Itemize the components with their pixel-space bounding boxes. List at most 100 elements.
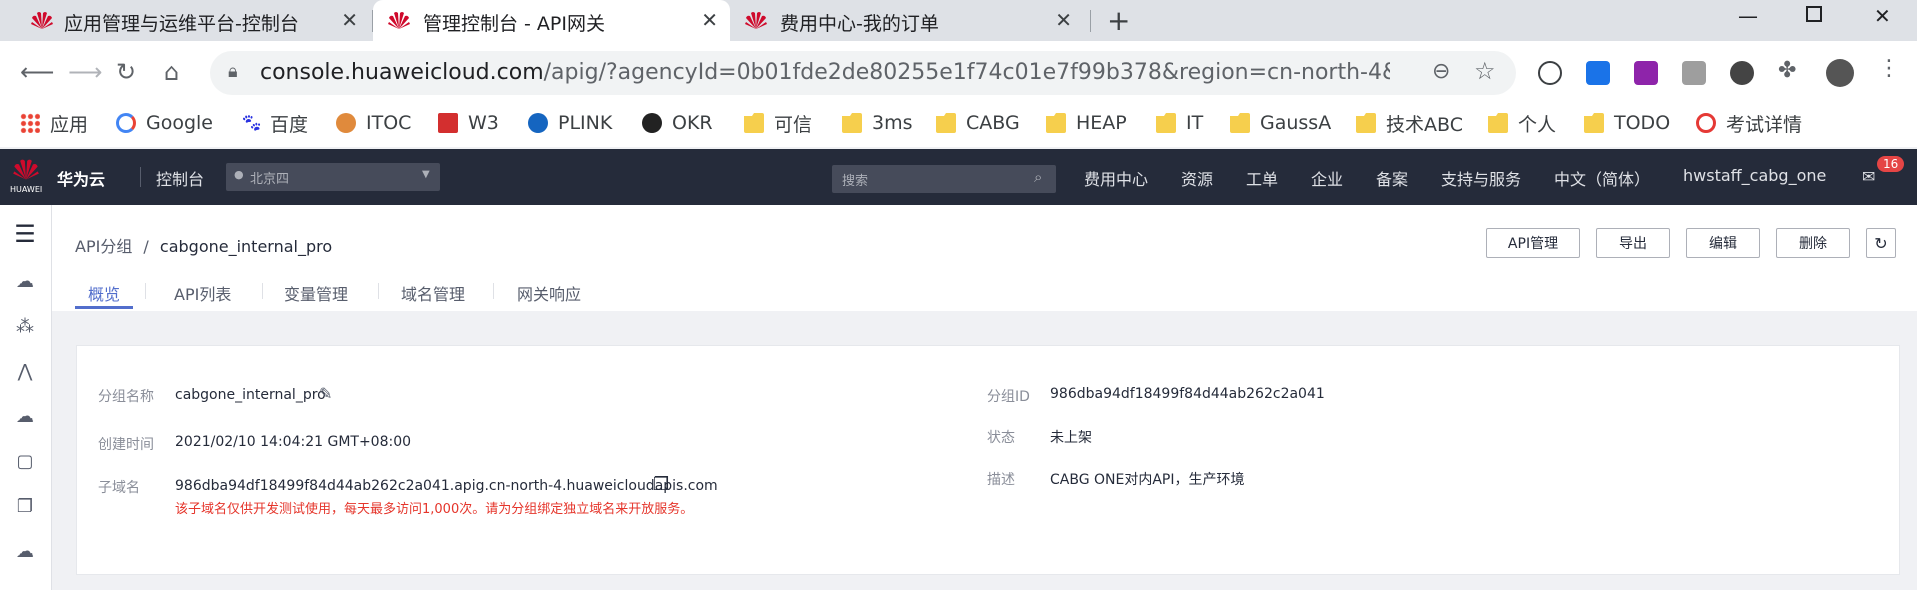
bookmark-folder[interactable]: HEAP	[1046, 109, 1127, 137]
browser-tab-active[interactable]: 管理控制台 - API网关 ✕	[373, 0, 730, 41]
bookmark-folder[interactable]: 可信	[744, 109, 812, 137]
tab-divider	[145, 283, 146, 299]
browser-tab-strip: 应用管理与运维平台-控制台 ✕ 管理控制台 - API网关 ✕ 费用中心-我的订…	[0, 0, 1917, 41]
cloud-storage-icon[interactable]: ☁	[13, 406, 37, 427]
search-input[interactable]: 搜索 ⌕	[832, 165, 1056, 193]
reload-icon[interactable]: ↻	[116, 58, 136, 86]
w3-icon	[438, 113, 458, 133]
puzzle-icon[interactable]: ✤	[1778, 58, 1802, 83]
extension-pdf-icon[interactable]	[1682, 61, 1706, 85]
plink-icon	[528, 113, 548, 133]
close-window-icon[interactable]: ✕	[1874, 4, 1891, 28]
close-tab-icon[interactable]: ✕	[701, 8, 718, 32]
minimize-icon[interactable]: —	[1738, 4, 1758, 28]
bookmark-folder[interactable]: 技术ABC	[1356, 109, 1463, 137]
avatar[interactable]	[1826, 59, 1854, 87]
bookmark-folder[interactable]: CABG	[936, 109, 1020, 137]
bookmark-folder[interactable]: 个人	[1488, 109, 1556, 137]
cluster-icon[interactable]: ⁂	[13, 316, 37, 337]
bookmark-label: OKR	[672, 112, 713, 134]
bookmark-folder[interactable]: TODO	[1584, 109, 1670, 137]
bookmark-label: HEAP	[1076, 112, 1127, 134]
forward-icon[interactable]: ⟶	[68, 58, 102, 86]
refresh-icon[interactable]: ↻	[1866, 228, 1896, 258]
bookmark-itoc[interactable]: ITOC	[336, 109, 411, 137]
bookmark-label: 可信	[774, 113, 813, 136]
nav-enterprise[interactable]: 企业	[1311, 166, 1343, 190]
chevron-down-icon: ▼	[422, 169, 430, 180]
console-link[interactable]: 控制台	[156, 166, 204, 190]
browser-tab[interactable]: 费用中心-我的订单 ✕	[730, 0, 1084, 41]
tab-gateway-responses[interactable]: 网关响应	[517, 281, 581, 305]
url-text: console.huaweicloud.com/apig/?agencyId=0…	[260, 60, 1390, 85]
address-bar[interactable]: 🔒︎ console.huaweicloud.com/apig/?agencyI…	[210, 51, 1516, 95]
bookmark-exam[interactable]: 考试详情	[1696, 109, 1802, 137]
home-icon[interactable]: ⌂	[164, 58, 179, 86]
bookmark-google[interactable]: Google	[116, 109, 213, 137]
copy-icon[interactable]: ❐	[653, 474, 669, 495]
bookmark-plink[interactable]: PLINK	[528, 109, 612, 137]
folder-icon	[744, 113, 764, 133]
brand-name[interactable]: 华为云	[57, 166, 105, 190]
tab-title: 费用中心-我的订单	[780, 13, 939, 35]
bookmark-folder[interactable]: IT	[1156, 109, 1203, 137]
bookmark-folder[interactable]: 3ms	[842, 109, 913, 137]
tab-api-list[interactable]: API列表	[174, 281, 231, 305]
new-tab-icon[interactable]: +	[1107, 4, 1130, 37]
status-value: 未上架	[1050, 430, 1092, 446]
group-name-label: 分组名称	[98, 389, 154, 405]
api-manage-button[interactable]: API管理	[1486, 228, 1580, 258]
hamburger-menu-icon[interactable]: ☰	[13, 220, 37, 248]
huawei-logo-icon[interactable]	[12, 157, 40, 181]
restore-icon[interactable]	[1806, 6, 1822, 22]
nav-support[interactable]: 支持与服务	[1441, 166, 1521, 190]
back-icon[interactable]: ⟵	[20, 58, 54, 86]
cloud-icon[interactable]: ☁	[13, 271, 37, 292]
edit-button[interactable]: 编辑	[1686, 228, 1760, 258]
bookmark-star-icon[interactable]: ☆	[1474, 57, 1496, 85]
bookmark-folder[interactable]: GaussA	[1230, 109, 1331, 137]
copy-service-icon[interactable]: ❐	[13, 496, 37, 517]
mail-icon[interactable]: ✉	[1862, 167, 1875, 186]
edit-pencil-icon[interactable]: ✎	[319, 384, 332, 403]
tab-variables[interactable]: 变量管理	[284, 281, 348, 305]
extension-icon[interactable]	[1538, 61, 1562, 85]
breadcrumb: API分组 / cabgone_internal_pro	[75, 233, 332, 257]
extension-rp-icon[interactable]	[1634, 61, 1658, 85]
close-tab-icon[interactable]: ✕	[341, 8, 358, 32]
extension-new-icon[interactable]	[1586, 61, 1610, 85]
bookmark-label: GaussA	[1260, 112, 1332, 134]
subdomain-label: 子域名	[98, 480, 140, 496]
bookmark-apps[interactable]: 应用	[20, 109, 88, 137]
close-tab-icon[interactable]: ✕	[1055, 8, 1072, 32]
region-select[interactable]: ● 北京四 ▼	[226, 163, 440, 191]
bookmark-baidu[interactable]: 🐾︎ 百度	[240, 109, 308, 137]
nav-resources[interactable]: 资源	[1181, 166, 1213, 190]
mountain-icon[interactable]: ⋀	[13, 361, 37, 382]
search-icon[interactable]: ⌕	[1034, 168, 1042, 186]
tab-overview[interactable]: 概览	[88, 281, 120, 305]
database-icon[interactable]: ▢	[13, 451, 37, 472]
nav-username[interactable]: hwstaff_cabg_one	[1683, 166, 1826, 185]
nav-language[interactable]: 中文（简体）	[1554, 166, 1650, 190]
tab-domains[interactable]: 域名管理	[401, 281, 465, 305]
browser-tab[interactable]: 应用管理与运维平台-控制台 ✕	[0, 0, 370, 41]
breadcrumb-parent[interactable]: API分组	[75, 237, 132, 256]
nav-filing[interactable]: 备案	[1376, 166, 1408, 190]
created-time-value: 2021/02/10 14:04:21 GMT+08:00	[175, 434, 412, 450]
nav-tickets[interactable]: 工单	[1246, 166, 1278, 190]
cloud-upload-icon[interactable]: ☁	[13, 541, 37, 562]
status-label: 状态	[987, 430, 1015, 446]
baidu-paw-icon: 🐾︎	[240, 113, 263, 134]
delete-button[interactable]: 删除	[1776, 228, 1850, 258]
folder-icon	[1356, 113, 1376, 133]
region-value: 北京四	[250, 172, 290, 187]
menu-kebab-icon[interactable]: ⋮	[1878, 56, 1902, 81]
bookmark-okr[interactable]: OKR	[642, 109, 713, 137]
export-button[interactable]: 导出	[1596, 228, 1670, 258]
zoom-icon[interactable]: ⊖	[1432, 59, 1450, 84]
extension-circle-icon[interactable]	[1730, 61, 1754, 85]
bookmark-w3[interactable]: W3	[438, 109, 499, 137]
lock-icon: 🔒︎	[228, 61, 238, 82]
nav-billing[interactable]: 费用中心	[1084, 166, 1148, 190]
